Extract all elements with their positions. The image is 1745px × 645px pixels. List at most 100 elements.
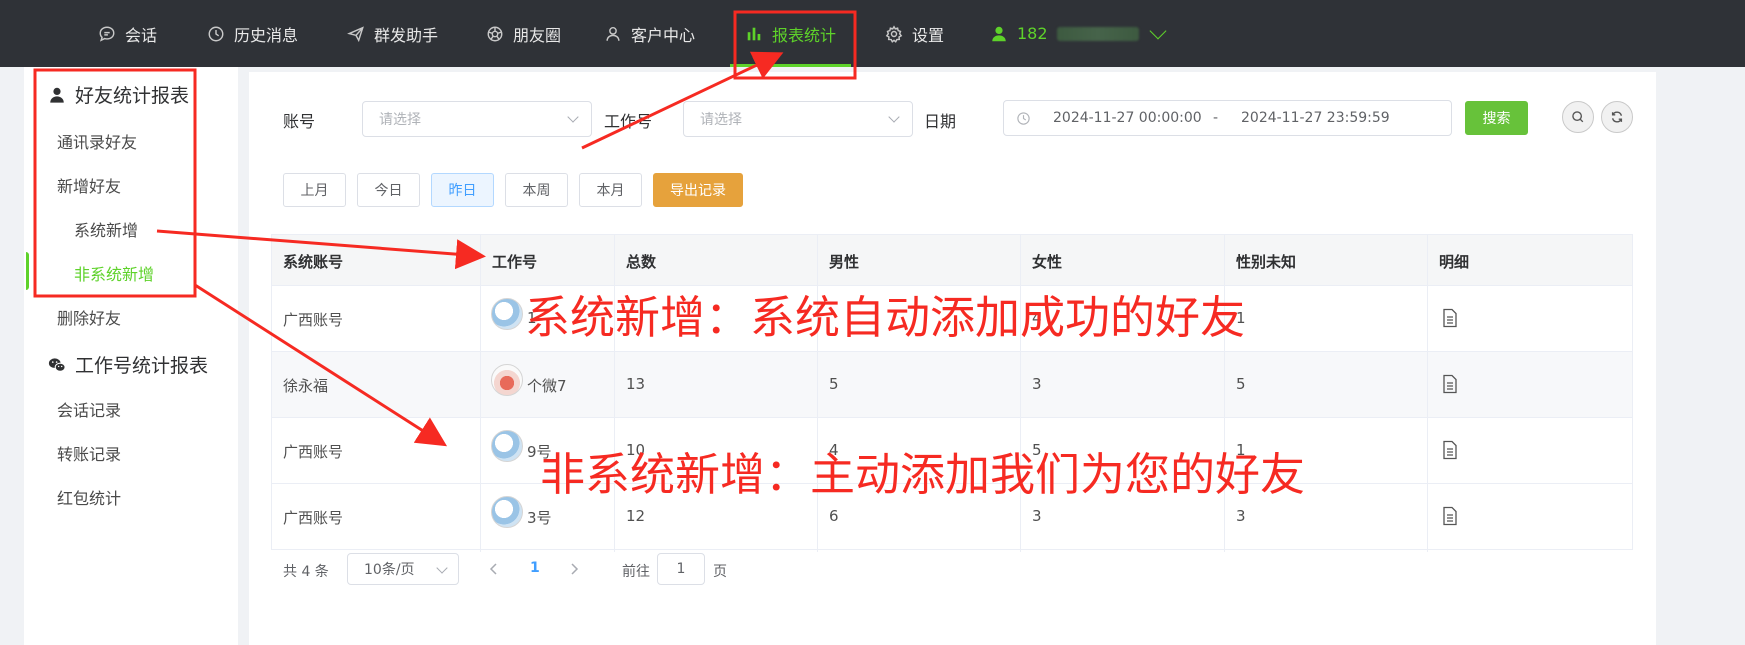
active-tab-indicator <box>730 64 852 67</box>
user-menu[interactable]: 182 <box>990 0 1167 67</box>
sidebar-item-new-friends[interactable]: 新增好友 <box>57 173 121 197</box>
col-detail: 明细 <box>1439 253 1470 271</box>
page-size-value: 10条/页 <box>364 562 415 578</box>
cell-account: 广西账号 <box>283 311 344 329</box>
nav-settings-label: 设置 <box>912 25 945 45</box>
date-end: 2024-11-27 23:59:59 <box>1241 110 1390 126</box>
cell-female: 3 <box>1032 375 1042 393</box>
worker-label: 工作号 <box>604 112 653 131</box>
date-separator: - <box>1213 110 1219 126</box>
cell-total: 12 <box>626 507 646 525</box>
user-icon <box>992 26 1006 41</box>
sidebar-active-indicator <box>26 252 29 290</box>
nav-reports[interactable]: 报表统计 <box>730 0 852 67</box>
sidebar-group-friends: 好友统计报表 <box>48 81 189 108</box>
document-icon[interactable] <box>1442 440 1458 460</box>
cell-total: 13 <box>626 375 646 393</box>
nav-chat[interactable]: 会话 <box>98 0 157 67</box>
cell-unknown: 3 <box>1236 507 1246 525</box>
goto-label: 前往 <box>622 564 650 580</box>
sidebar-item-chat-records[interactable]: 会话记录 <box>57 397 121 421</box>
chevron-down-icon <box>1149 22 1167 39</box>
send-icon <box>347 25 364 42</box>
col-male: 男性 <box>829 253 860 271</box>
document-icon[interactable] <box>1442 506 1458 526</box>
refresh-button[interactable] <box>1601 101 1633 133</box>
chat-icon <box>99 26 115 42</box>
nav-customers[interactable]: 客户中心 <box>604 0 695 67</box>
goto-page-input[interactable]: 1 <box>657 553 705 585</box>
refresh-icon <box>1611 111 1623 123</box>
quick-this-week[interactable]: 本周 <box>505 173 568 207</box>
cell-female: 3 <box>1032 507 1042 525</box>
sidebar-item-transfer-records[interactable]: 转账记录 <box>57 441 121 465</box>
search-icon <box>1572 111 1584 123</box>
nav-history[interactable]: 历史消息 <box>207 0 298 67</box>
cell-male: 5 <box>829 375 839 393</box>
sidebar-item-contacts[interactable]: 通讯录好友 <box>57 129 137 153</box>
goto-page-value: 1 <box>676 561 686 577</box>
sidebar-group-friends-label: 好友统计报表 <box>75 85 190 107</box>
sidebar-item-deleted-friends[interactable]: 删除好友 <box>57 305 121 329</box>
person-icon <box>606 26 620 41</box>
col-system-account: 系统账号 <box>283 253 344 271</box>
person-solid-icon <box>50 87 64 103</box>
annotation-non-system-new: 非系统新增：主动添加我们为您的好友 <box>540 448 1306 501</box>
document-icon[interactable] <box>1442 374 1458 394</box>
avatar <box>491 496 523 528</box>
date-range-picker[interactable]: 2024-11-27 00:00:00 - 2024-11-27 23:59:5… <box>1003 100 1452 136</box>
export-button[interactable]: 导出记录 <box>653 173 743 207</box>
page-size-select[interactable]: 10条/页 <box>347 553 459 585</box>
column-divider <box>817 234 818 552</box>
clock-icon <box>208 26 224 41</box>
column-divider <box>1020 234 1021 552</box>
chevron-right-icon[interactable] <box>569 562 579 576</box>
cell-worker: 3号 <box>527 509 552 527</box>
column-divider <box>1224 234 1225 552</box>
col-total: 总数 <box>626 253 657 271</box>
quick-today[interactable]: 今日 <box>357 173 420 207</box>
pagination-total: 共 4 条 <box>283 564 329 580</box>
bar-chart-icon <box>747 27 761 40</box>
quick-this-month[interactable]: 本月 <box>579 173 642 207</box>
col-female: 女性 <box>1032 253 1063 271</box>
annotation-system-new: 系统新增：系统自动添加成功的好友 <box>525 291 1246 344</box>
nav-chat-label: 会话 <box>125 25 158 45</box>
aperture-icon <box>487 26 503 41</box>
table-row: 徐永福 个微7 13 5 3 5 <box>271 352 1633 418</box>
page-suffix: 页 <box>713 564 727 580</box>
document-icon[interactable] <box>1442 308 1458 328</box>
nav-moments[interactable]: 朋友圈 <box>486 0 561 67</box>
search-button[interactable]: 搜索 <box>1465 101 1528 135</box>
nav-history-label: 历史消息 <box>234 25 299 45</box>
chevron-left-icon[interactable] <box>489 562 499 576</box>
worker-select[interactable]: 请选择 <box>683 101 913 137</box>
sidebar-item-red-packet-stats[interactable]: 红包统计 <box>57 485 121 509</box>
quick-last-month[interactable]: 上月 <box>283 173 346 207</box>
masked-phone <box>1056 26 1139 41</box>
cell-unknown: 5 <box>1236 375 1246 393</box>
sidebar-group-worker-label: 工作号统计报表 <box>75 355 209 377</box>
account-select[interactable]: 请选择 <box>362 101 592 137</box>
quick-yesterday[interactable]: 昨日 <box>431 173 494 207</box>
avatar <box>491 298 523 330</box>
top-nav: 会话 历史消息 群发助手 朋友圈 客户中心 报表统计 设置 182 <box>0 0 1745 67</box>
cell-worker: 个微7 <box>527 377 567 395</box>
account-label: 账号 <box>283 112 316 131</box>
sidebar-group-worker: 工作号统计报表 <box>48 351 208 378</box>
sidebar-item-system-new[interactable]: 系统新增 <box>74 217 138 241</box>
worker-placeholder: 请选择 <box>700 112 742 128</box>
search-icon-button[interactable] <box>1562 101 1594 133</box>
nav-broadcast[interactable]: 群发助手 <box>347 0 438 67</box>
date-label: 日期 <box>924 112 957 131</box>
column-divider <box>1427 234 1428 552</box>
chevron-down-icon <box>567 111 579 123</box>
cell-account: 徐永福 <box>283 377 329 395</box>
nav-settings[interactable]: 设置 <box>885 0 944 67</box>
nav-moments-label: 朋友圈 <box>513 25 562 45</box>
cell-account: 广西账号 <box>283 443 344 461</box>
nav-customers-label: 客户中心 <box>631 25 696 45</box>
chevron-down-icon <box>436 562 448 574</box>
page-number-current[interactable]: 1 <box>530 560 540 576</box>
sidebar-item-non-system-new[interactable]: 非系统新增 <box>74 261 154 285</box>
